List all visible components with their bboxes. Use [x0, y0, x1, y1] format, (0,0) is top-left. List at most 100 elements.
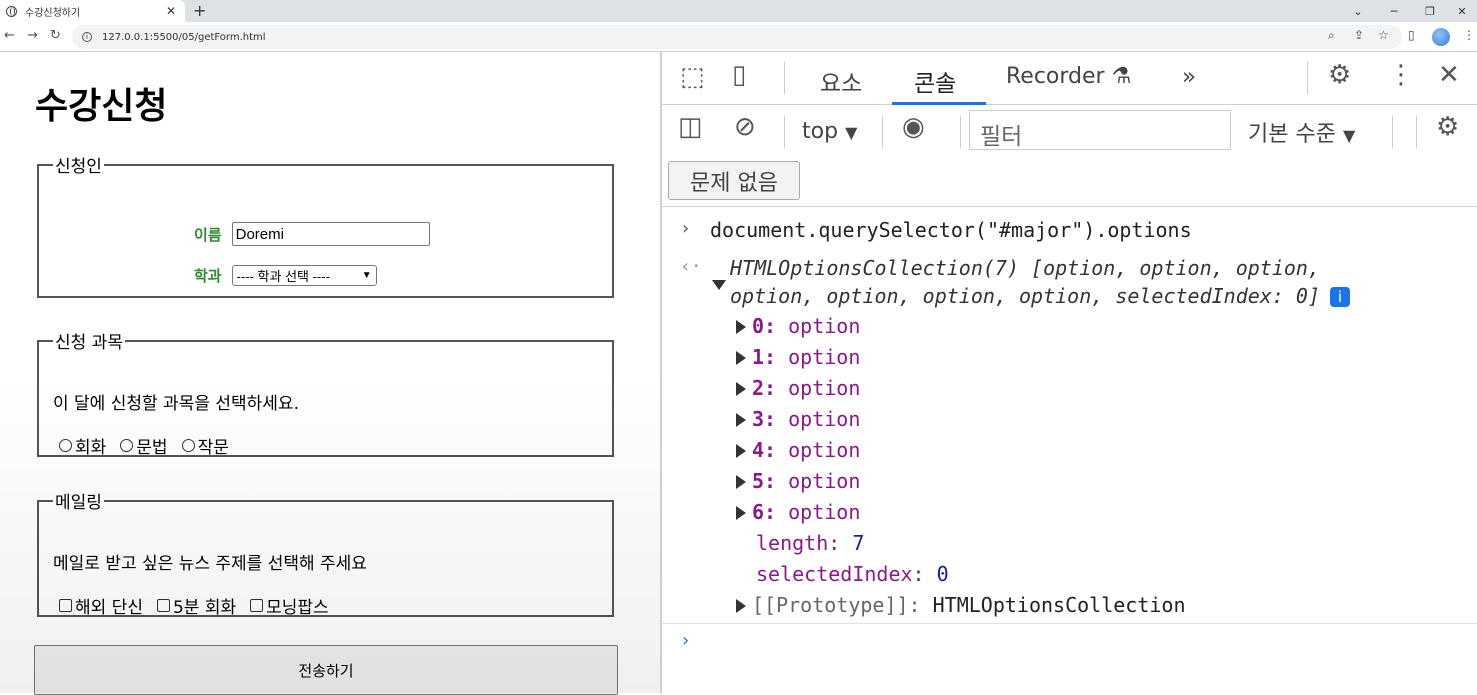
entry-value: HTMLOptionsCollection	[932, 593, 1186, 617]
console-entry[interactable]: 2: option	[736, 376, 860, 400]
entry-key: 6	[752, 500, 765, 524]
expand-triangle-icon[interactable]	[736, 506, 746, 520]
divider	[1392, 116, 1393, 148]
console-input-prompt-icon[interactable]: ›	[680, 630, 691, 651]
submit-button[interactable]: 전송하기	[34, 645, 618, 695]
major-select[interactable]: ---- 학과 선택 ---- ▼	[231, 265, 377, 286]
clear-console-icon[interactable]: ⊘	[734, 112, 756, 142]
close-devtools-icon[interactable]: ✕	[1438, 60, 1460, 90]
input-prompt-icon: ›	[680, 218, 691, 239]
radio-button[interactable]	[181, 439, 195, 452]
side-panel-icon[interactable]: ▯	[1408, 28, 1415, 42]
course-option-conversation[interactable]: 회화	[59, 433, 106, 458]
tab-console[interactable]: 콘솔	[914, 64, 956, 98]
share-icon[interactable]: ⇪	[1354, 28, 1364, 42]
inspect-element-icon[interactable]: ⬚	[680, 62, 705, 92]
expand-triangle-icon[interactable]	[736, 599, 746, 613]
major-select-value: ---- 학과 선택 ----	[236, 269, 330, 284]
console-entry[interactable]: 4: option	[736, 438, 860, 462]
caret-down-icon: ▼	[1342, 126, 1356, 145]
filter-input[interactable]: 필터	[969, 110, 1231, 150]
radio-button[interactable]	[120, 439, 134, 452]
console-settings-icon[interactable]: ⚙	[1436, 112, 1459, 142]
sidebar-toggle-icon[interactable]: ◫	[678, 112, 703, 142]
expand-triangle-icon[interactable]	[736, 382, 746, 396]
checkbox[interactable]	[250, 599, 264, 612]
info-icon[interactable]: i	[1330, 287, 1351, 307]
address-bar[interactable]: i 127.0.0.1:5500/05/getForm.html	[72, 25, 1402, 49]
more-tabs-button[interactable]: »	[1182, 64, 1196, 90]
entry-value: option	[788, 314, 861, 338]
console-entry[interactable]: 6: option	[736, 500, 860, 524]
eye-icon[interactable]: ◉	[902, 112, 925, 142]
expand-triangle-icon[interactable]	[736, 320, 746, 334]
console-entry[interactable]: 5: option	[736, 469, 860, 493]
web-page: 수강신청 신청인 이름 Doremi 학과 ---- 학과 선택 ---- ▼ …	[0, 52, 660, 695]
entry-value: option	[788, 407, 861, 431]
entry-value: 0	[936, 562, 949, 586]
minimize-icon[interactable]: ─	[1376, 0, 1412, 22]
tab-strip: 수강신청하기 ✕ + ⌄ ─ ❐ ✕	[0, 0, 1477, 22]
bookmark-star-icon[interactable]: ☆	[1378, 28, 1389, 42]
browser-tab[interactable]: 수강신청하기 ✕	[0, 0, 185, 22]
issues-button[interactable]: 문제 없음	[668, 161, 800, 200]
device-toolbar-icon[interactable]: ▯	[732, 60, 746, 90]
tab-recorder[interactable]: Recorder ⚗	[1006, 64, 1131, 89]
mailing-options: 해외 단신 5분 회화 모닝팝스	[59, 593, 343, 618]
mailing-option-label: 해외 단신	[75, 598, 143, 618]
name-input[interactable]: Doremi	[231, 222, 430, 246]
course-option-writing[interactable]: 작문	[181, 433, 229, 458]
mailing-option-news[interactable]: 해외 단신	[59, 593, 143, 618]
context-selector[interactable]: top ▼	[802, 119, 857, 144]
expand-triangle-icon[interactable]	[736, 351, 746, 365]
log-level-dropdown[interactable]: 기본 수준 ▼	[1248, 116, 1355, 148]
site-info-icon[interactable]: i	[82, 32, 92, 42]
more-options-icon[interactable]: ⋮	[1388, 60, 1414, 90]
radio-button[interactable]	[59, 439, 72, 452]
entry-key: 1	[752, 345, 765, 369]
tab-search-icon[interactable]: ⌄	[1340, 0, 1376, 22]
back-icon[interactable]: ←	[4, 28, 15, 43]
entry-value: 7	[852, 531, 865, 555]
settings-gear-icon[interactable]: ⚙	[1328, 60, 1351, 90]
entry-key: selectedIndex	[756, 562, 913, 586]
entry-value: option	[788, 469, 861, 493]
result-summary-line1[interactable]: HTMLOptionsCollection(7) [option, option…	[730, 256, 1320, 280]
checkbox[interactable]	[59, 599, 72, 612]
menu-icon[interactable]: ⋮	[1463, 28, 1475, 42]
result-summary-line2[interactable]: option, option, option, option, selected…	[730, 284, 1351, 308]
checkbox[interactable]	[156, 599, 170, 612]
close-tab-icon[interactable]: ✕	[163, 4, 179, 18]
mailing-description: 메일로 받고 싶은 뉴스 주제를 선택해 주세요	[53, 554, 367, 574]
chevron-down-icon: ▼	[361, 270, 372, 281]
console-entry[interactable]: 0: option	[736, 314, 860, 338]
length-entry: length: 7	[756, 531, 865, 555]
mailing-option-morning-pops[interactable]: 모닝팝스	[250, 593, 329, 618]
forward-icon[interactable]: →	[27, 28, 38, 43]
expand-triangle-icon[interactable]	[712, 280, 726, 290]
course-option-label: 문법	[136, 438, 168, 458]
mailing-fieldset: 메일링 메일로 받고 싶은 뉴스 주제를 선택해 주세요 해외 단신 5분 회화…	[37, 488, 614, 618]
zoom-icon[interactable]: ⌕	[1328, 28, 1335, 43]
restore-icon[interactable]: ❐	[1412, 0, 1448, 22]
entry-key: 5	[752, 469, 765, 493]
expand-triangle-icon[interactable]	[736, 444, 746, 458]
entry-key: [[Prototype]]	[752, 593, 909, 617]
profile-avatar[interactable]	[1432, 28, 1450, 46]
entry-value: option	[788, 438, 861, 462]
page-title: 수강신청	[35, 86, 168, 127]
new-tab-button[interactable]: +	[193, 1, 206, 20]
entry-value: option	[788, 376, 861, 400]
reload-icon[interactable]: ↻	[50, 28, 61, 43]
console-entry[interactable]: 3: option	[736, 407, 860, 431]
mailing-option-conversation[interactable]: 5분 회화	[156, 593, 236, 618]
console-entry[interactable]: 1: option	[736, 345, 860, 369]
course-option-grammar[interactable]: 문법	[120, 433, 168, 458]
expand-triangle-icon[interactable]	[736, 475, 746, 489]
console-output: › document.querySelector("#major").optio…	[662, 208, 1477, 693]
tab-elements[interactable]: 요소	[820, 64, 862, 98]
expand-triangle-icon[interactable]	[736, 413, 746, 427]
prototype-entry[interactable]: [[Prototype]]: HTMLOptionsCollection	[736, 593, 1186, 617]
mailing-option-label: 모닝팝스	[266, 598, 329, 618]
close-window-icon[interactable]: ✕	[1444, 0, 1477, 22]
